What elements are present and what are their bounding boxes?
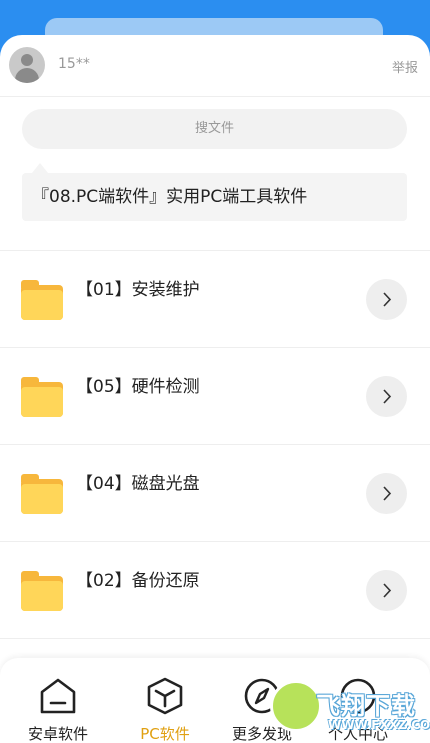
- watermark-emblem-icon: [270, 680, 322, 732]
- folder-label: 【01】安装维护: [76, 280, 200, 300]
- report-button[interactable]: 举报: [392, 57, 418, 76]
- cube-icon: [147, 677, 183, 715]
- chevron-right-icon: [383, 583, 392, 598]
- chevron-right-icon: [383, 389, 392, 404]
- watermark-url: WWW.FXXZ.COM: [328, 718, 430, 732]
- open-folder-button[interactable]: [366, 473, 407, 514]
- open-folder-button[interactable]: [366, 279, 407, 320]
- tab-label: PC软件: [140, 725, 190, 743]
- content-sheet: 15** 举报 搜文件 『08.PC端软件』实用PC端工具软件 【01】安装维护…: [0, 35, 430, 743]
- username: 15**: [58, 56, 90, 72]
- list-item[interactable]: 【05】硬件检测: [0, 348, 430, 445]
- folder-icon: [21, 280, 63, 320]
- folder-description: 『08.PC端软件』实用PC端工具软件: [22, 173, 407, 221]
- folder-icon: [21, 377, 63, 417]
- watermark-title: 飞翔下载: [316, 692, 416, 720]
- bubble-tip: [32, 163, 48, 173]
- folder-label: 【04】磁盘光盘: [76, 474, 200, 494]
- home-icon: [40, 678, 76, 714]
- avatar[interactable]: [9, 47, 45, 83]
- folder-label: 【02】备份还原: [76, 571, 200, 591]
- list-item[interactable]: 【04】磁盘光盘: [0, 445, 430, 542]
- avatar-head-icon: [21, 54, 33, 66]
- user-row: 15** 举报: [0, 35, 430, 97]
- list-item[interactable]: 【02】备份还原: [0, 542, 430, 639]
- tab-label: 安卓软件: [27, 725, 88, 743]
- list-item[interactable]: 【01】安装维护: [0, 251, 430, 348]
- search-input[interactable]: 搜文件: [22, 109, 407, 149]
- open-folder-button[interactable]: [366, 376, 407, 417]
- folder-icon: [21, 474, 63, 514]
- open-folder-button[interactable]: [366, 570, 407, 611]
- chevron-right-icon: [383, 292, 392, 307]
- watermark-logo: 飞翔下载 WWW.FXXZ.COM: [270, 678, 430, 740]
- chevron-right-icon: [383, 486, 392, 501]
- folder-label: 【05】硬件检测: [76, 377, 200, 397]
- avatar-body-icon: [15, 68, 39, 83]
- folder-list: 【01】安装维护 【05】硬件检测 【04】磁盘光盘 【02】备份还原: [0, 251, 430, 639]
- tab-android-software[interactable]: 安卓软件: [8, 658, 108, 743]
- tab-pc-software[interactable]: PC软件: [115, 658, 215, 743]
- folder-icon: [21, 571, 63, 611]
